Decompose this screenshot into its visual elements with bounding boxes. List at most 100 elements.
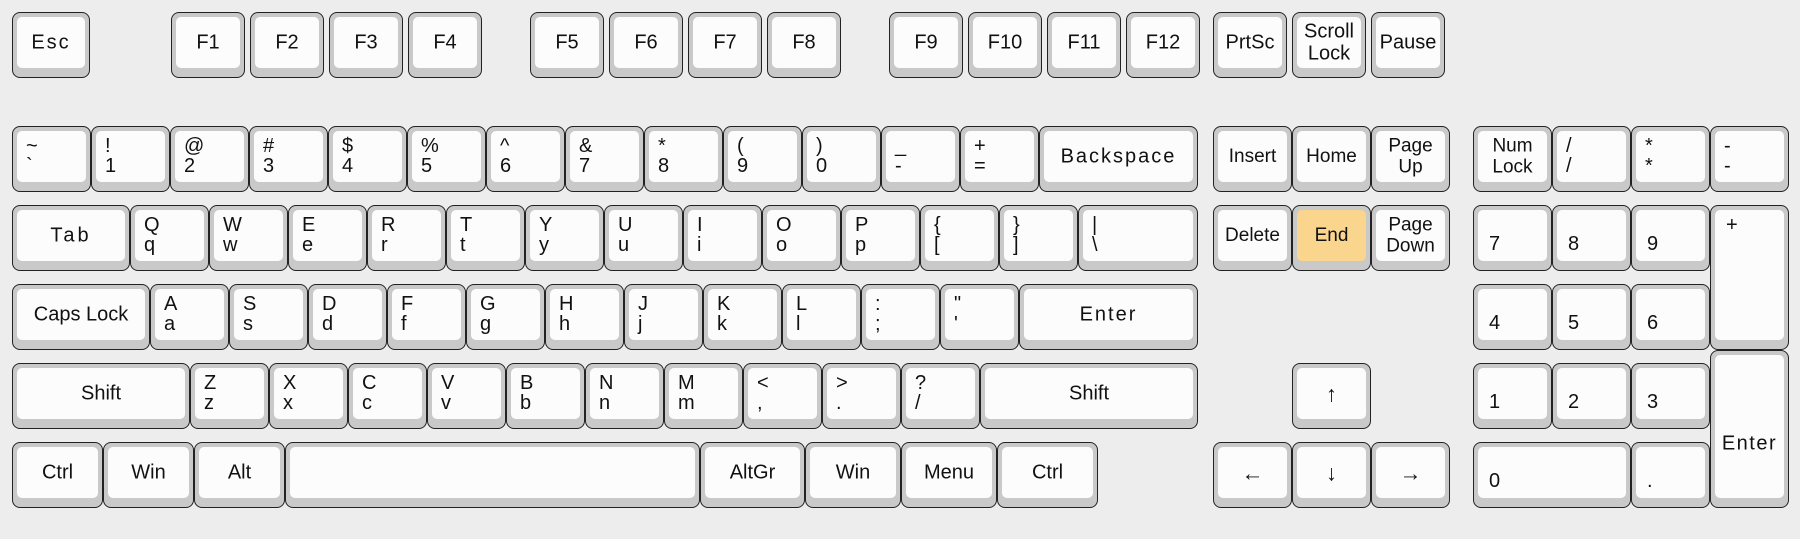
key-5[interactable]: % 5 bbox=[407, 126, 486, 192]
key-i[interactable]: Ii bbox=[683, 205, 762, 271]
key-numpad-decimal[interactable]: . bbox=[1631, 442, 1710, 508]
key-f8[interactable]: F8 bbox=[767, 12, 841, 78]
key-numpad-4[interactable]: 4 bbox=[1473, 284, 1552, 350]
key-0[interactable]: ) 0 bbox=[802, 126, 881, 192]
key-j[interactable]: Jj bbox=[624, 284, 703, 350]
key-num-lock[interactable]: Num Lock bbox=[1473, 126, 1552, 192]
key-menu[interactable]: Menu bbox=[901, 442, 997, 508]
key-tab[interactable]: Tab bbox=[12, 205, 130, 271]
key-f4[interactable]: F4 bbox=[408, 12, 482, 78]
key-shift-left[interactable]: Shift bbox=[12, 363, 190, 429]
key-l[interactable]: Ll bbox=[782, 284, 861, 350]
key-semicolon[interactable]: :; bbox=[861, 284, 940, 350]
key-numpad-1[interactable]: 1 bbox=[1473, 363, 1552, 429]
key-n[interactable]: Nn bbox=[585, 363, 664, 429]
key-altgr[interactable]: AltGr bbox=[700, 442, 805, 508]
key-win-left[interactable]: Win bbox=[103, 442, 194, 508]
key-arrow-right[interactable]: → bbox=[1371, 442, 1450, 508]
key-9[interactable]: (9 bbox=[723, 126, 802, 192]
key-esc[interactable]: Esc bbox=[12, 12, 90, 78]
key-numpad-multiply[interactable]: * * bbox=[1631, 126, 1710, 192]
key-q[interactable]: Qq bbox=[130, 205, 209, 271]
key-numpad-enter[interactable]: Enter bbox=[1710, 350, 1789, 508]
key-f11[interactable]: F11 bbox=[1047, 12, 1121, 78]
key-comma[interactable]: <, bbox=[743, 363, 822, 429]
key-r[interactable]: Rr bbox=[367, 205, 446, 271]
key-numpad-3[interactable]: 3 bbox=[1631, 363, 1710, 429]
key-x[interactable]: Xx bbox=[269, 363, 348, 429]
key-enter[interactable]: Enter bbox=[1019, 284, 1198, 350]
key-c[interactable]: Cc bbox=[348, 363, 427, 429]
key-alt-left[interactable]: Alt bbox=[194, 442, 285, 508]
key-y[interactable]: Yy bbox=[525, 205, 604, 271]
key-f1[interactable]: F1 bbox=[171, 12, 245, 78]
key-f10[interactable]: F10 bbox=[968, 12, 1042, 78]
key-e[interactable]: Ee bbox=[288, 205, 367, 271]
key-numpad-subtract[interactable]: -- bbox=[1710, 126, 1789, 192]
key-8[interactable]: * 8 bbox=[644, 126, 723, 192]
key-f9[interactable]: F9 bbox=[889, 12, 963, 78]
key-numpad-divide[interactable]: / / bbox=[1552, 126, 1631, 192]
key-print-screen[interactable]: PrtSc bbox=[1213, 12, 1287, 78]
key-o[interactable]: Oo bbox=[762, 205, 841, 271]
key-arrow-up[interactable]: ↑ bbox=[1292, 363, 1371, 429]
key-quote[interactable]: " ' bbox=[940, 284, 1019, 350]
key-numpad-7[interactable]: 7 bbox=[1473, 205, 1552, 271]
key-arrow-down[interactable]: ↓ bbox=[1292, 442, 1371, 508]
key-p[interactable]: Pp bbox=[841, 205, 920, 271]
key-minus[interactable]: _ - bbox=[881, 126, 960, 192]
key-caps-lock[interactable]: Caps Lock bbox=[12, 284, 150, 350]
key-win-right[interactable]: Win bbox=[805, 442, 901, 508]
key-home[interactable]: Home bbox=[1292, 126, 1371, 192]
key-f3[interactable]: F3 bbox=[329, 12, 403, 78]
key-f2[interactable]: F2 bbox=[250, 12, 324, 78]
key-equals[interactable]: + = bbox=[960, 126, 1039, 192]
key-g[interactable]: Gg bbox=[466, 284, 545, 350]
key-bracket-left[interactable]: {[ bbox=[920, 205, 999, 271]
key-f12[interactable]: F12 bbox=[1126, 12, 1200, 78]
key-arrow-left[interactable]: ← bbox=[1213, 442, 1292, 508]
key-4[interactable]: $4 bbox=[328, 126, 407, 192]
key-f6[interactable]: F6 bbox=[609, 12, 683, 78]
key-a[interactable]: Aa bbox=[150, 284, 229, 350]
key-pause[interactable]: Pause bbox=[1371, 12, 1445, 78]
key-s[interactable]: Ss bbox=[229, 284, 308, 350]
key-numpad-9[interactable]: 9 bbox=[1631, 205, 1710, 271]
key-k[interactable]: Kk bbox=[703, 284, 782, 350]
key-1[interactable]: ! 1 bbox=[91, 126, 170, 192]
key-z[interactable]: Zz bbox=[190, 363, 269, 429]
key-u[interactable]: Uu bbox=[604, 205, 683, 271]
key-period[interactable]: >. bbox=[822, 363, 901, 429]
key-numpad-8[interactable]: 8 bbox=[1552, 205, 1631, 271]
key-w[interactable]: Ww bbox=[209, 205, 288, 271]
key-ctrl-left[interactable]: Ctrl bbox=[12, 442, 103, 508]
key-space[interactable] bbox=[285, 442, 700, 508]
key-d[interactable]: Dd bbox=[308, 284, 387, 350]
key-f5[interactable]: F5 bbox=[530, 12, 604, 78]
key-numpad-add[interactable]: + bbox=[1710, 205, 1789, 350]
key-numpad-0[interactable]: 0 bbox=[1473, 442, 1631, 508]
key-f[interactable]: Ff bbox=[387, 284, 466, 350]
key-page-down[interactable]: Page Down bbox=[1371, 205, 1450, 271]
key-v[interactable]: Vv bbox=[427, 363, 506, 429]
key-3[interactable]: #3 bbox=[249, 126, 328, 192]
key-numpad-5[interactable]: 5 bbox=[1552, 284, 1631, 350]
key-6[interactable]: ^ 6 bbox=[486, 126, 565, 192]
key-end[interactable]: End bbox=[1292, 205, 1371, 271]
key-bracket-right[interactable]: }] bbox=[999, 205, 1078, 271]
key-t[interactable]: Tt bbox=[446, 205, 525, 271]
key-delete[interactable]: Delete bbox=[1213, 205, 1292, 271]
key-backslash[interactable]: | \ bbox=[1078, 205, 1198, 271]
key-numpad-6[interactable]: 6 bbox=[1631, 284, 1710, 350]
key-numpad-2[interactable]: 2 bbox=[1552, 363, 1631, 429]
key-shift-right[interactable]: Shift bbox=[980, 363, 1198, 429]
key-scroll-lock[interactable]: Scroll Lock bbox=[1292, 12, 1366, 78]
key-slash[interactable]: ? / bbox=[901, 363, 980, 429]
key-f7[interactable]: F7 bbox=[688, 12, 762, 78]
key-insert[interactable]: Insert bbox=[1213, 126, 1292, 192]
key-backtick[interactable]: ~ ` bbox=[12, 126, 91, 192]
key-h[interactable]: Hh bbox=[545, 284, 624, 350]
key-backspace[interactable]: Backspace bbox=[1039, 126, 1198, 192]
key-7[interactable]: & 7 bbox=[565, 126, 644, 192]
key-b[interactable]: Bb bbox=[506, 363, 585, 429]
